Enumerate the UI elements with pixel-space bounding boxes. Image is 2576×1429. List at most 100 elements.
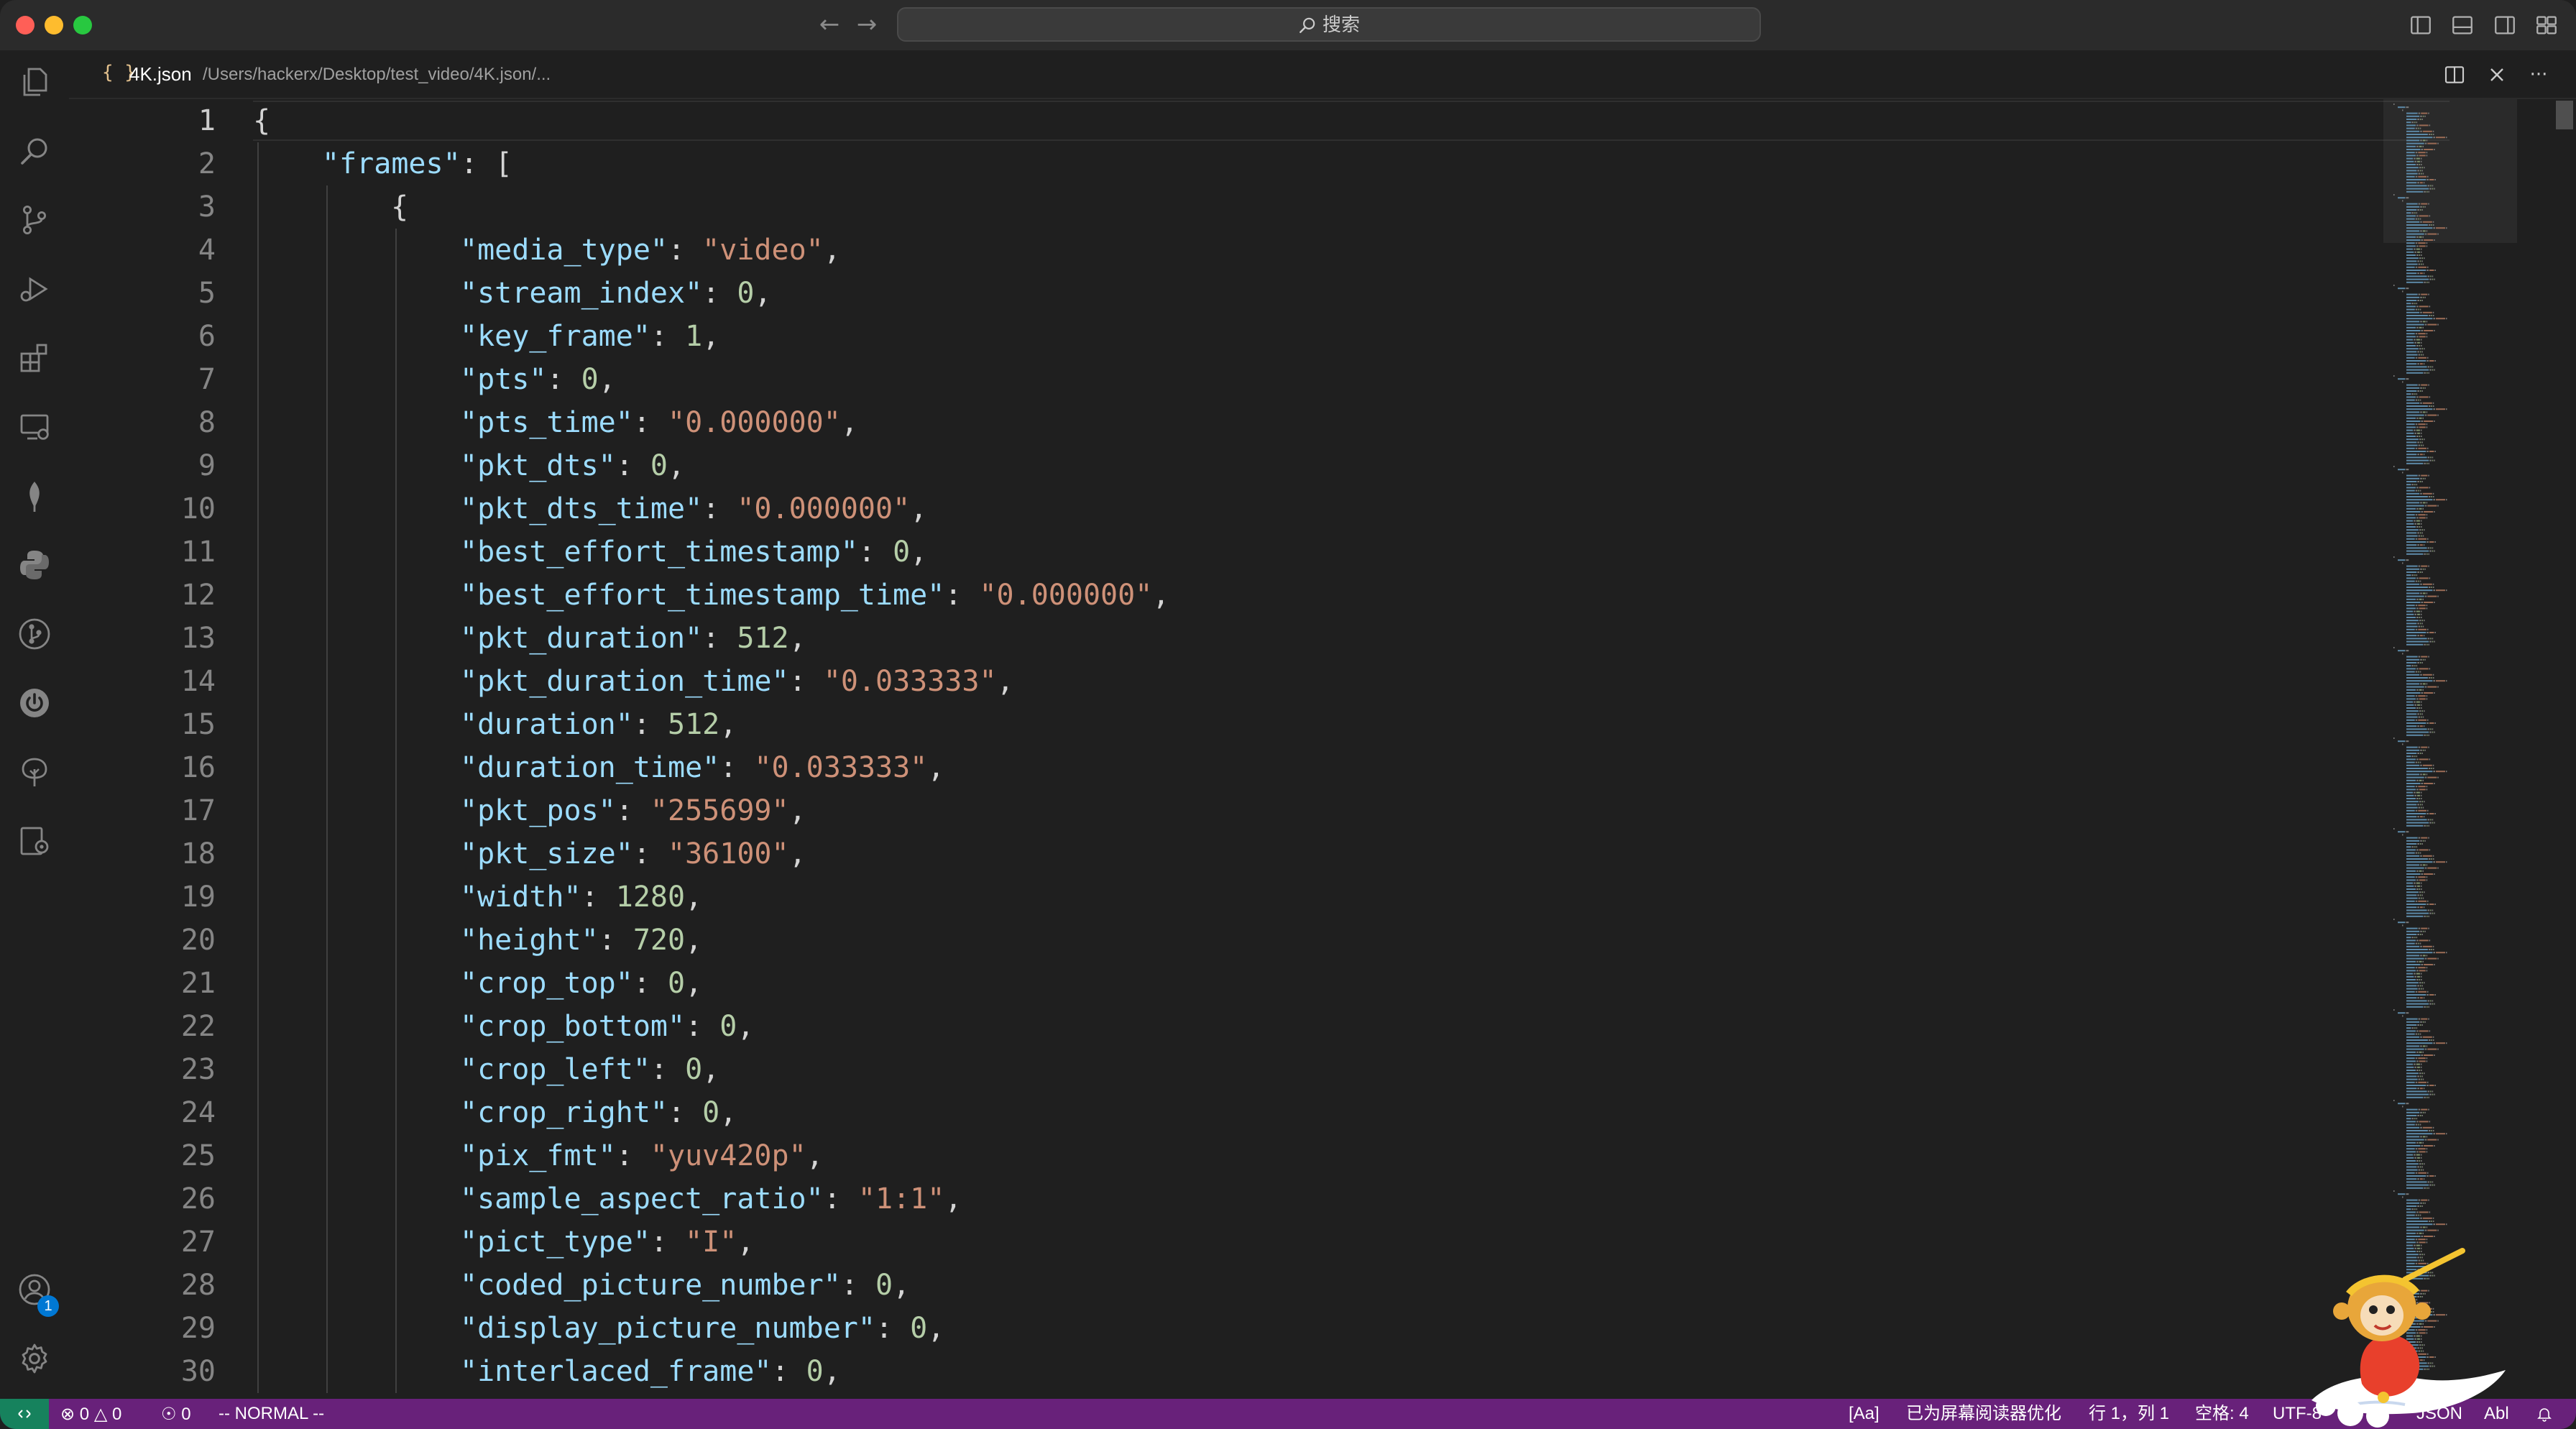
- code-line[interactable]: "duration": 512,: [460, 703, 737, 746]
- code-line[interactable]: "display_picture_number": 0,: [460, 1307, 944, 1350]
- minimap-stroke: [2419, 1163, 2421, 1165]
- code-line[interactable]: "crop_right": 0,: [460, 1091, 737, 1134]
- code-line[interactable]: "pkt_duration_time": "0.033333",: [460, 660, 1014, 703]
- toggle-panel-icon[interactable]: [2450, 13, 2475, 37]
- code-token: :: [840, 1269, 875, 1302]
- tree-icon[interactable]: [17, 755, 52, 789]
- toggle-primary-sidebar-icon[interactable]: [2409, 13, 2433, 37]
- explorer-icon[interactable]: [17, 65, 52, 99]
- search-icon[interactable]: [17, 134, 52, 168]
- minimap-stroke: [2420, 592, 2422, 594]
- minimap-stroke: [2419, 1141, 2422, 1144]
- back-arrow-icon[interactable]: ←: [815, 10, 844, 39]
- code-line[interactable]: "crop_left": 0,: [460, 1048, 719, 1091]
- code-line[interactable]: "pkt_pos": "255699",: [460, 789, 806, 832]
- minimap-stroke: [2416, 960, 2419, 962]
- remote-indicator[interactable]: [0, 1399, 49, 1429]
- code-line[interactable]: {: [391, 185, 408, 229]
- code-line[interactable]: {: [253, 99, 270, 142]
- close-window-button[interactable]: [16, 16, 34, 35]
- customize-layout-icon[interactable]: [2534, 13, 2559, 37]
- vertical-scrollbar[interactable]: [2556, 101, 2573, 129]
- code-line[interactable]: "coded_picture_number": 0,: [460, 1264, 910, 1307]
- problems-indicator[interactable]: ⊗ 0 △ 0: [60, 1399, 121, 1429]
- minimap-stroke: [2434, 632, 2436, 633]
- cursor-position[interactable]: 行 1，列 1: [2089, 1399, 2169, 1429]
- code-line[interactable]: "sample_aspect_ratio": "1:1",: [460, 1177, 962, 1221]
- gear-doc-icon[interactable]: [17, 824, 52, 858]
- code-line[interactable]: "width": 1280,: [460, 876, 702, 919]
- minimap-stroke: [2406, 988, 2418, 990]
- command-center-search[interactable]: 搜索: [897, 7, 1761, 42]
- close-editor-icon[interactable]: [2485, 63, 2508, 86]
- code-editor[interactable]: 1 2 3 4 5 6 7 8 9 10 11 12 13 14 15 16 17 18 19 20 21 22 23 24 2…: [69, 99, 2576, 1399]
- zoom-window-button[interactable]: [73, 16, 92, 35]
- minimap-stroke: [2418, 897, 2421, 899]
- minimap-stroke: [2419, 870, 2422, 872]
- mongodb-leaf-icon[interactable]: [17, 479, 52, 513]
- minimap-stroke: [2436, 318, 2445, 320]
- minimap-stroke: [2417, 622, 2419, 625]
- minimap-stroke: [2421, 438, 2423, 441]
- code-line[interactable]: "duration_time": "0.033333",: [460, 746, 944, 789]
- minimap-stroke: [2406, 1205, 2417, 1207]
- minimap-stroke: [2427, 414, 2437, 416]
- minimap-stroke: [2428, 1130, 2431, 1131]
- minimap-stroke: [2419, 1178, 2423, 1180]
- code-line[interactable]: "pkt_dts": 0,: [460, 444, 685, 487]
- power-icon[interactable]: [17, 686, 52, 720]
- minimap-stroke: [2406, 622, 2417, 625]
- code-line[interactable]: "media_type": "video",: [460, 229, 841, 272]
- code-line[interactable]: "frames": [: [322, 142, 512, 185]
- minimap-stroke: [2421, 888, 2422, 890]
- code-line[interactable]: "interlaced_frame": 0,: [460, 1350, 841, 1393]
- notifications-bell-icon[interactable]: [2536, 1399, 2553, 1429]
- minimap-stroke: [2419, 798, 2421, 799]
- minimap[interactable]: [2386, 99, 2516, 1399]
- minimize-window-button[interactable]: [45, 16, 63, 35]
- minimap-stroke: [2426, 372, 2428, 374]
- minimap-stroke: [2429, 912, 2432, 914]
- code-token: :: [632, 967, 668, 1000]
- minimap-stroke: [2424, 330, 2434, 331]
- source-control-icon[interactable]: [17, 203, 52, 237]
- code-line[interactable]: "best_effort_timestamp": 0,: [460, 530, 927, 574]
- minimap-stroke: [2416, 236, 2419, 238]
- code-line[interactable]: "pix_fmt": "yuv420p",: [460, 1134, 824, 1177]
- tab-file-name[interactable]: 4K.json: [129, 63, 192, 86]
- python-icon[interactable]: [17, 548, 52, 582]
- code-lines[interactable]: {"frames": [{"media_type": "video", "stre…: [253, 99, 2445, 1399]
- code-line[interactable]: "key_frame": 1,: [460, 315, 719, 358]
- code-line[interactable]: "pkt_duration": 512,: [460, 617, 806, 660]
- code-line[interactable]: "crop_top": 0,: [460, 962, 702, 1005]
- manage-gear-icon[interactable]: [17, 1341, 52, 1376]
- screen-reader-mode[interactable]: 已为屏幕阅读器优化: [1906, 1399, 2061, 1429]
- toggle-secondary-sidebar-icon[interactable]: [2493, 13, 2517, 37]
- code-line[interactable]: "pts_time": "0.000000",: [460, 401, 858, 444]
- case-sensitive-toggle[interactable]: [Aa]: [1849, 1399, 1880, 1429]
- code-line[interactable]: "pkt_dts_time": "0.000000",: [460, 487, 927, 530]
- code-line[interactable]: "pts": 0,: [460, 358, 616, 401]
- minimap-stroke: [2421, 1078, 2422, 1080]
- run-debug-icon[interactable]: [17, 272, 52, 306]
- code-line[interactable]: "crop_bottom": 0,: [460, 1005, 754, 1048]
- split-editor-icon[interactable]: [2443, 63, 2466, 86]
- more-actions-icon[interactable]: ···: [2527, 63, 2550, 86]
- code-line[interactable]: "stream_index": 0,: [460, 272, 772, 315]
- code-line[interactable]: "height": 720,: [460, 919, 702, 962]
- minimap-stroke: [2414, 1154, 2416, 1156]
- minimap-stroke: [2421, 801, 2423, 803]
- ports-indicator[interactable]: ☉ 0: [161, 1399, 191, 1429]
- minimap-stroke: [2419, 426, 2426, 428]
- code-line[interactable]: "pkt_size": "36100",: [460, 832, 806, 876]
- remote-explorer-icon[interactable]: [17, 410, 52, 444]
- extensions-icon[interactable]: [17, 341, 52, 375]
- code-token: ,: [702, 320, 720, 353]
- forward-arrow-icon[interactable]: →: [852, 10, 881, 39]
- code-line[interactable]: "pict_type": "I",: [460, 1221, 754, 1264]
- minimap-stroke: [2422, 326, 2424, 328]
- minimap-stroke: [2432, 1126, 2434, 1129]
- indentation[interactable]: 空格: 4: [2195, 1399, 2249, 1429]
- git-graph-icon[interactable]: [17, 617, 52, 651]
- code-line[interactable]: "best_effort_timestamp_time": "0.000000"…: [460, 574, 1169, 617]
